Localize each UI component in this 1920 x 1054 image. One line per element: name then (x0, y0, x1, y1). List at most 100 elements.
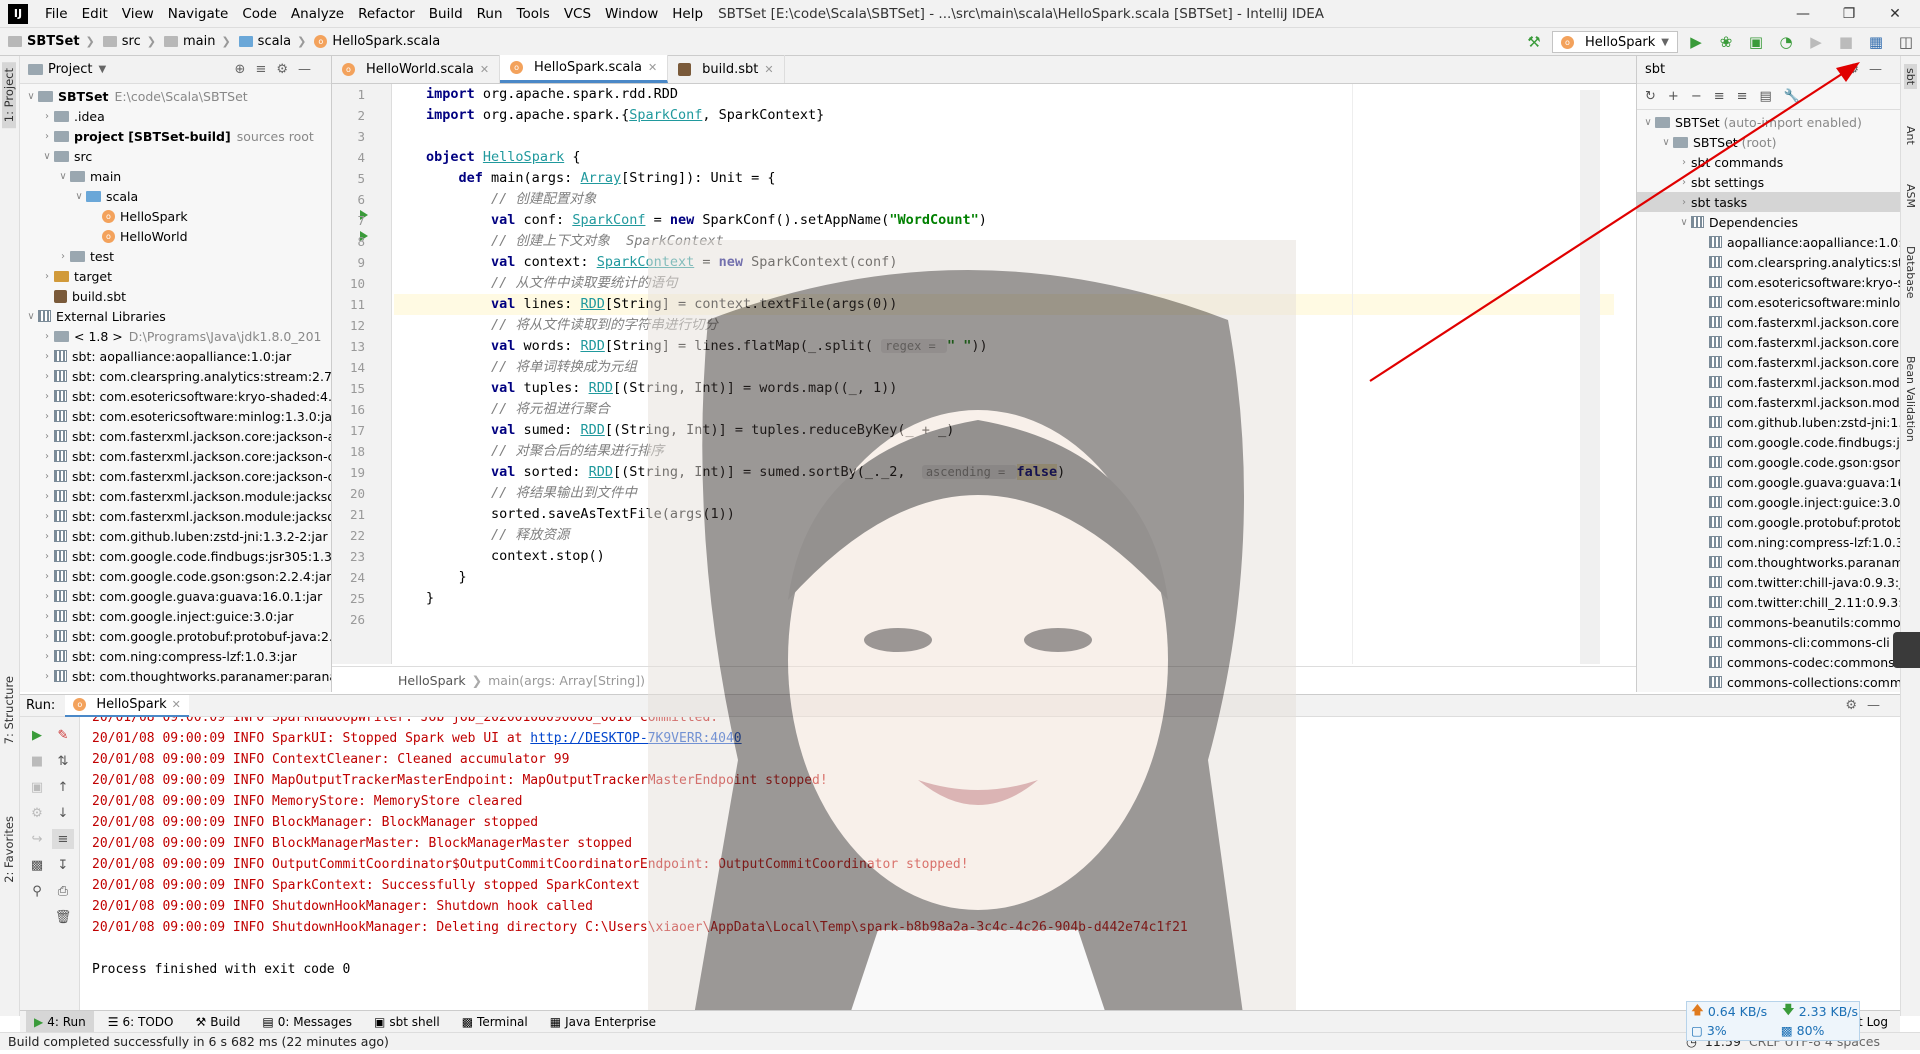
messages-tool-button[interactable]: ▤ 0: Messages (254, 1011, 360, 1033)
project-tree-item[interactable]: › sbt: com.fasterxml.jackson.core:jackson… (20, 466, 331, 486)
sbt-tree-item[interactable]: com.github.luben:zstd-jni:1.3 (1637, 412, 1900, 432)
sbt-tree-item[interactable]: com.google.code.findbugs:jsr305 (1637, 432, 1900, 452)
project-tree-item[interactable]: › test (20, 246, 331, 266)
layout-icon[interactable]: ▩ (26, 855, 48, 875)
chevron-right-icon[interactable]: › (40, 351, 54, 362)
soft-wrap-icon[interactable]: ≡ (52, 829, 74, 849)
scroll-to-end-icon[interactable]: ↧ (52, 855, 74, 875)
coverage-icon[interactable]: ▣ (1744, 30, 1768, 54)
close-tab-icon[interactable]: ✕ (648, 61, 657, 74)
chevron-right-icon[interactable]: › (1677, 177, 1691, 188)
code-breadcrumb-object[interactable]: HelloSpark (398, 673, 466, 688)
sbt-tree-item[interactable]: com.fasterxml.jackson.core:jackson (1637, 352, 1900, 372)
project-tool-tab[interactable]: 1: Project (2, 62, 16, 129)
layout-icon[interactable]: ◫ (1894, 30, 1918, 54)
breadcrumb-file[interactable]: o HelloSpark.scala (314, 34, 440, 49)
breadcrumb-main[interactable]: main ❯ (163, 34, 231, 49)
menu-window[interactable]: Window (598, 6, 665, 22)
chevron-right-icon[interactable]: › (40, 651, 54, 662)
project-tree-item[interactable]: › sbt: com.google.protobuf:protobuf-java:… (20, 626, 331, 646)
sbt-tree-item[interactable]: ∨ SBTSet (auto-import enabled) (1637, 112, 1900, 132)
sbt-tree-item[interactable]: › sbt tasks (1637, 192, 1900, 212)
sbt-tool-tab[interactable]: sbt (1904, 64, 1917, 90)
sbt-tree-item[interactable]: com.fasterxml.jackson.core:jackson (1637, 312, 1900, 332)
project-tree-item[interactable]: build.sbt (20, 286, 331, 306)
chevron-right-icon[interactable]: › (40, 431, 54, 442)
camera-icon[interactable]: ▣ (26, 777, 48, 797)
chevron-right-icon[interactable]: › (40, 571, 54, 582)
run-tab-hellospark[interactable]: o HelloSpark ✕ (65, 694, 189, 717)
project-tree-item[interactable]: › sbt: com.google.inject:guice:3.0:jar (20, 606, 331, 626)
tab-build-sbt[interactable]: build.sbt ✕ (668, 55, 785, 83)
todo-tool-button[interactable]: ☰ 6: TODO (100, 1011, 182, 1033)
spark-ui-link[interactable]: http://DESKTOP-7K9VERR:4040 (530, 731, 741, 746)
sbt-tree-item[interactable]: com.google.inject:guice:3.0:jar (1637, 492, 1900, 512)
stop-icon[interactable]: ■ (26, 751, 48, 771)
project-tree-item[interactable]: › sbt: com.fasterxml.jackson.module:jacks… (20, 486, 331, 506)
down-arrow-icon[interactable]: ↓ (52, 803, 74, 823)
code-breadcrumb-method[interactable]: main(args: Array[String]) (488, 673, 645, 688)
menu-build[interactable]: Build (422, 6, 470, 22)
chevron-right-icon[interactable]: › (40, 491, 54, 502)
stop-icon[interactable]: ■ (1834, 30, 1858, 54)
sbt-tree-item[interactable]: com.google.guava:guava:16 (1637, 472, 1900, 492)
close-tab-icon[interactable]: ✕ (480, 63, 489, 76)
project-structure-icon[interactable]: ▦ (1864, 30, 1888, 54)
restart-icon[interactable]: ✎ (52, 725, 74, 745)
refresh-icon[interactable]: ↻ (1645, 89, 1656, 104)
sbt-tree-item[interactable]: com.esotericsoftware:minlog (1637, 292, 1900, 312)
chevron-down-icon[interactable]: ∨ (24, 311, 38, 322)
rerun-icon[interactable]: ▶ (1804, 30, 1828, 54)
chevron-right-icon[interactable]: › (40, 111, 54, 122)
build-tool-button[interactable]: ⚒ Build (187, 1011, 248, 1033)
menu-tools[interactable]: Tools (510, 6, 557, 22)
sbt-tree-item[interactable]: com.ning:compress-lzf:1.0.3 (1637, 532, 1900, 552)
project-tree-item[interactable]: ∨ External Libraries (20, 306, 331, 326)
project-tree-item[interactable]: › sbt: com.fasterxml.jackson.core:jackson… (20, 426, 331, 446)
minimize-button[interactable]: — (1780, 0, 1826, 28)
settings-icon[interactable]: ⚙ (26, 803, 48, 823)
sbt-tree-item[interactable]: › sbt commands (1637, 152, 1900, 172)
project-tree-item[interactable]: ∨ scala (20, 186, 331, 206)
chevron-right-icon[interactable]: › (40, 471, 54, 482)
menu-code[interactable]: Code (235, 6, 284, 22)
menu-navigate[interactable]: Navigate (161, 6, 236, 22)
editor-scrollbar[interactable] (1580, 90, 1600, 664)
project-tree-item[interactable]: o HelloWorld (20, 226, 331, 246)
chevron-right-icon[interactable]: › (40, 271, 54, 282)
sbt-tree-item[interactable]: commons-cli:commons-cli (1637, 632, 1900, 652)
breadcrumb-project[interactable]: SBTSet ❯ (8, 34, 95, 49)
sbt-tree-item[interactable]: commons-beanutils:commons (1637, 612, 1900, 632)
chevron-down-icon[interactable]: ∨ (72, 191, 86, 202)
sbt-tree-item[interactable]: com.google.protobuf:protobuf (1637, 512, 1900, 532)
java-enterprise-tool-button[interactable]: ▦ Java Enterprise (542, 1011, 664, 1033)
structure-tool-tab[interactable]: 7: Structure (2, 676, 16, 744)
close-button[interactable]: ✕ (1872, 0, 1918, 28)
chevron-right-icon[interactable]: › (40, 611, 54, 622)
run-tool-button[interactable]: ▶ 4: Run (26, 1010, 94, 1033)
close-tab-icon[interactable]: ✕ (764, 63, 773, 76)
pin-icon[interactable]: ⚲ (26, 881, 48, 901)
bean-validation-tool-tab[interactable]: Bean Validation (1904, 356, 1917, 442)
sbt-panel-actions[interactable]: ⚙— (1847, 62, 1892, 77)
collapse-all-icon[interactable]: ≡ (1737, 89, 1748, 104)
breadcrumb-src[interactable]: src ❯ (102, 34, 156, 49)
project-tree-item[interactable]: › sbt: com.thoughtworks.paranamer:paranam… (20, 666, 331, 686)
chevron-right-icon[interactable]: › (40, 131, 54, 142)
chevron-right-icon[interactable]: › (40, 671, 54, 682)
project-tree-item[interactable]: › .idea (20, 106, 331, 126)
run-icon[interactable]: ▶ (1684, 30, 1708, 54)
chevron-right-icon[interactable]: › (1677, 157, 1691, 168)
chevron-down-icon[interactable]: ∨ (56, 171, 70, 182)
project-panel-actions[interactable]: ⊕≡⚙— (235, 62, 321, 77)
sbt-tree-item[interactable]: ∨ SBTSet (root) (1637, 132, 1900, 152)
project-tree-item[interactable]: › target (20, 266, 331, 286)
maximize-button[interactable]: ❐ (1826, 0, 1872, 28)
chevron-right-icon[interactable]: › (40, 531, 54, 542)
run-panel-actions[interactable]: ⚙— (1845, 698, 1890, 713)
debug-icon[interactable]: ❀ (1714, 30, 1738, 54)
chevron-right-icon[interactable]: › (40, 511, 54, 522)
project-tree-item[interactable]: › project [SBTSet-build] sources root (20, 126, 331, 146)
add-icon[interactable]: + (1668, 89, 1679, 104)
up-arrow-icon[interactable]: ↑ (52, 777, 74, 797)
